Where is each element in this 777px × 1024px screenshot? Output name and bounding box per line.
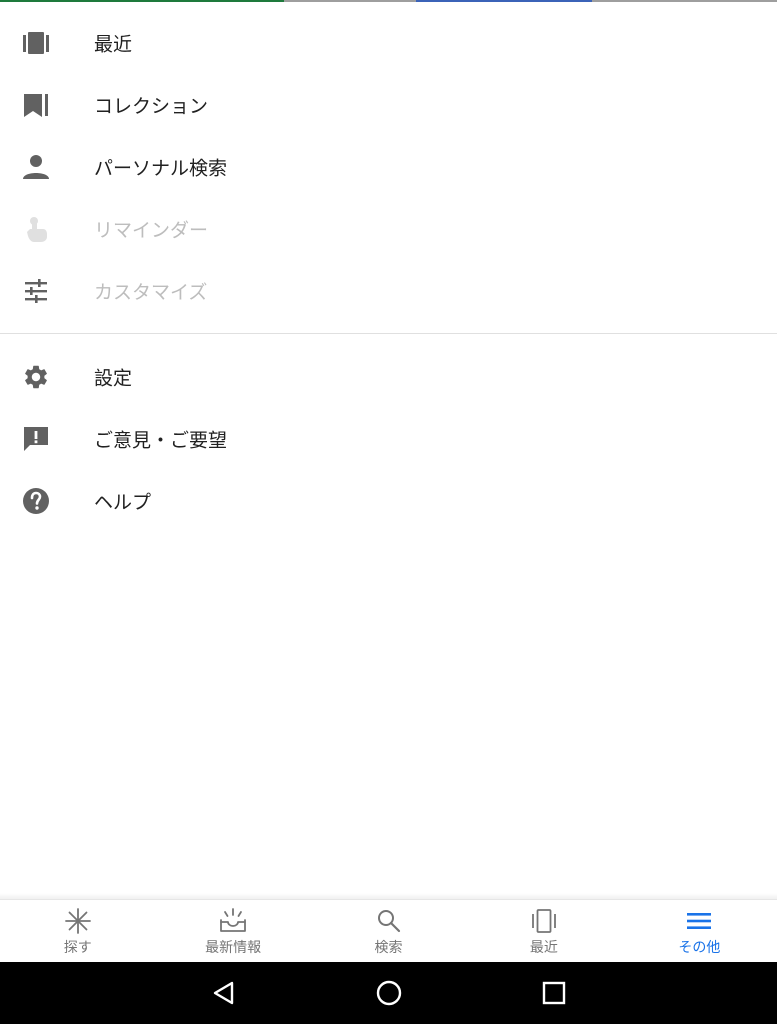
nav-item-discover[interactable]: 探す — [0, 900, 155, 962]
menu-item-collections[interactable]: コレクション — [0, 74, 777, 136]
menu-item-feedback[interactable]: ご意見・ご要望 — [0, 408, 777, 470]
overview-icon[interactable] — [540, 979, 568, 1007]
nav-item-label: 探す — [63, 940, 92, 956]
search-icon — [374, 907, 404, 935]
nav-item-label: その他 — [678, 940, 721, 956]
strip-segment-green — [0, 0, 284, 2]
top-color-strip — [0, 0, 777, 2]
system-navigation-bar — [0, 962, 777, 1024]
menu-item-label: 設定 — [94, 367, 133, 390]
feedback-icon — [22, 425, 50, 453]
nav-item-label: 検索 — [374, 940, 403, 956]
inbox-icon — [218, 907, 248, 935]
touch-icon — [22, 215, 50, 243]
tune-icon — [22, 277, 50, 305]
menu-item-settings[interactable]: 設定 — [0, 346, 777, 408]
help-icon — [22, 487, 50, 515]
menu-item-reminders[interactable]: リマインダー — [0, 198, 777, 260]
recent-icon — [22, 29, 50, 57]
asterisk-icon — [63, 907, 93, 935]
menu-item-label: リマインダー — [94, 219, 209, 242]
strip-segment-blue — [416, 0, 592, 2]
menu-item-label: パーソナル検索 — [94, 157, 228, 180]
menu-item-customize[interactable]: カスタマイズ — [0, 260, 777, 322]
menu-item-label: ヘルプ — [94, 491, 152, 514]
nav-item-recent[interactable]: 最近 — [466, 900, 621, 962]
menu-item-personal-search[interactable]: パーソナル検索 — [0, 136, 777, 198]
bottom-navigation: 探す 最新情報 検索 最近 その他 — [0, 899, 777, 962]
home-icon[interactable] — [375, 979, 403, 1007]
bookmark-icon — [22, 91, 50, 119]
nav-item-label: 最新情報 — [205, 940, 262, 956]
back-icon[interactable] — [210, 979, 238, 1007]
gear-icon — [22, 363, 50, 391]
menu-item-help[interactable]: ヘルプ — [0, 470, 777, 532]
nav-item-updates[interactable]: 最新情報 — [155, 900, 310, 962]
secondary-menu: 設定 ご意見・ご要望 ヘルプ — [0, 346, 777, 532]
person-icon — [22, 153, 50, 181]
nav-item-more[interactable]: その他 — [622, 900, 777, 962]
menu-item-label: ご意見・ご要望 — [94, 429, 228, 452]
menu-item-label: 最近 — [94, 33, 133, 56]
menu-divider — [0, 333, 777, 334]
menu-item-label: カスタマイズ — [94, 281, 208, 304]
menu-item-recent[interactable]: 最近 — [0, 12, 777, 74]
nav-item-label: 最近 — [529, 940, 558, 956]
recent-icon — [529, 907, 559, 935]
primary-menu: 最近 コレクション パーソナル検索 リマインダー カスタマイズ — [0, 12, 777, 322]
menu-item-label: コレクション — [94, 95, 209, 118]
menu-icon — [684, 907, 714, 935]
nav-item-search[interactable]: 検索 — [311, 900, 466, 962]
